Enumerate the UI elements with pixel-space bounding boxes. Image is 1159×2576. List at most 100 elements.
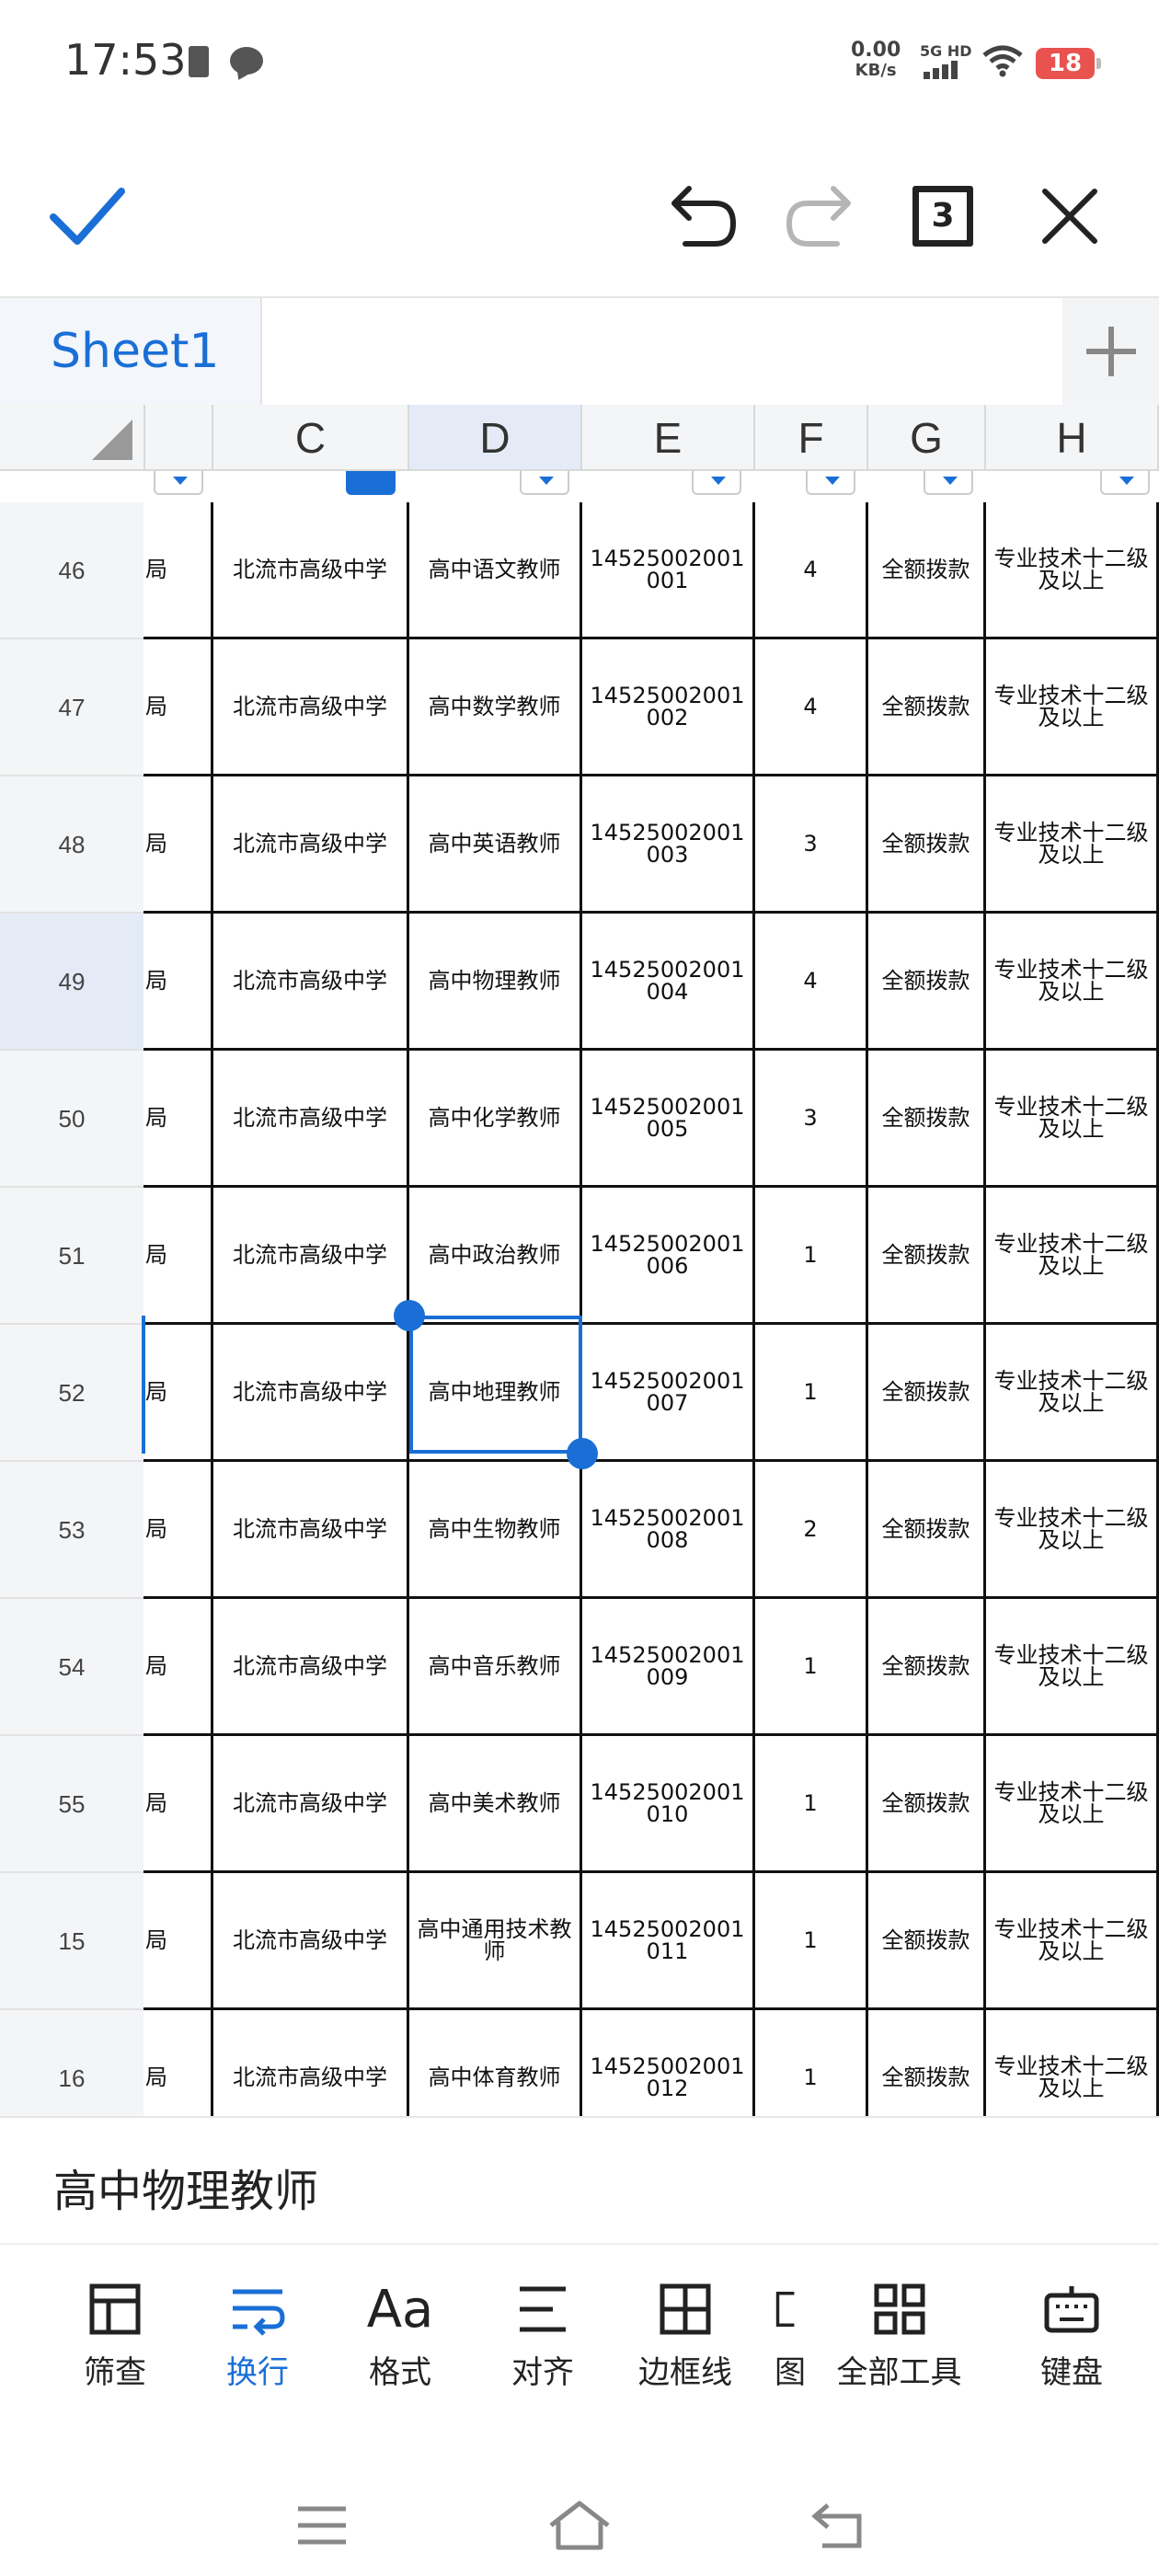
- cell-h[interactable]: 专业技术十二级及以上: [986, 2010, 1159, 2116]
- cell-h[interactable]: 专业技术十二级及以上: [986, 1736, 1159, 1873]
- cell-content-bar[interactable]: 高中物理教师: [0, 2116, 1159, 2245]
- filter-dropdown-d[interactable]: [520, 471, 569, 495]
- cell-d[interactable]: 高中音乐教师: [409, 1599, 582, 1736]
- cell-b[interactable]: 局: [143, 1051, 213, 1188]
- cell-d[interactable]: 高中数学教师: [409, 639, 582, 776]
- cell-h[interactable]: 专业技术十二级及以上: [986, 639, 1159, 776]
- undo-button[interactable]: [662, 175, 745, 258]
- cell-h[interactable]: 专业技术十二级及以上: [986, 1051, 1159, 1188]
- cell-h[interactable]: 专业技术十二级及以上: [986, 1188, 1159, 1325]
- row-header[interactable]: 55: [0, 1736, 143, 1873]
- cell-b[interactable]: 局: [143, 2010, 213, 2116]
- cell-f[interactable]: 1: [755, 2010, 868, 2116]
- row-header[interactable]: 54: [0, 1599, 143, 1736]
- keyboard-button[interactable]: 键盘: [998, 2277, 1145, 2397]
- cell-d[interactable]: 高中物理教师: [409, 914, 582, 1051]
- cell-e[interactable]: 14525002001005: [582, 1051, 755, 1188]
- cell-h[interactable]: 专业技术十二级及以上: [986, 1462, 1159, 1599]
- chart-tool-button[interactable]: 图: [763, 2277, 809, 2397]
- cell-b[interactable]: 局: [143, 1873, 213, 2010]
- cell-g[interactable]: 全额拨款: [868, 1325, 986, 1462]
- sheet-count-button[interactable]: 3: [901, 175, 984, 258]
- cell-h[interactable]: 专业技术十二级及以上: [986, 1599, 1159, 1736]
- nav-back-button[interactable]: [800, 2493, 874, 2558]
- cell-e[interactable]: 14525002001008: [582, 1462, 755, 1599]
- cell-h[interactable]: 专业技术十二级及以上: [986, 914, 1159, 1051]
- cell-b[interactable]: 局: [143, 776, 213, 914]
- cell-g[interactable]: 全额拨款: [868, 1599, 986, 1736]
- cell-e[interactable]: 14525002001006: [582, 1188, 755, 1325]
- cell-h[interactable]: 专业技术十二级及以上: [986, 1873, 1159, 2010]
- close-button[interactable]: [1028, 175, 1111, 258]
- redo-button[interactable]: [777, 175, 860, 258]
- cell-c[interactable]: 北流市高级中学: [213, 1325, 409, 1462]
- cell-f[interactable]: 1: [755, 1599, 868, 1736]
- cell-e[interactable]: 14525002001004: [582, 914, 755, 1051]
- column-header-f[interactable]: F: [755, 405, 868, 471]
- cell-f[interactable]: 1: [755, 1736, 868, 1873]
- cell-g[interactable]: 全额拨款: [868, 776, 986, 914]
- cell-d[interactable]: 高中生物教师: [409, 1462, 582, 1599]
- row-header[interactable]: 15: [0, 1873, 143, 2010]
- filter-dropdown-c[interactable]: [346, 471, 396, 495]
- filter-dropdown-h[interactable]: [1100, 471, 1150, 495]
- all-tools-button[interactable]: 全部工具: [823, 2277, 975, 2397]
- cell-b[interactable]: 局: [143, 1188, 213, 1325]
- cell-content-value[interactable]: 高中物理教师: [53, 2155, 318, 2219]
- border-tool-button[interactable]: 边框线: [612, 2277, 759, 2397]
- cell-f[interactable]: 3: [755, 776, 868, 914]
- cell-b[interactable]: 局: [143, 1736, 213, 1873]
- spreadsheet-grid[interactable]: C D E F G H 46 局北流市高级中学 高中语文教师 145250020010…: [0, 405, 1159, 2116]
- cell-e[interactable]: 14525002001001: [582, 502, 755, 639]
- confirm-button[interactable]: [46, 175, 129, 258]
- cell-d[interactable]: 高中通用技术教师: [409, 1873, 582, 2010]
- cell-g[interactable]: 全额拨款: [868, 502, 986, 639]
- cell-c[interactable]: 北流市高级中学: [213, 1736, 409, 1873]
- cell-g[interactable]: 全额拨款: [868, 914, 986, 1051]
- filter-dropdown-g[interactable]: [924, 471, 973, 495]
- align-tool-button[interactable]: 对齐: [469, 2277, 616, 2397]
- select-all-corner[interactable]: [0, 405, 145, 471]
- cell-g[interactable]: 全额拨款: [868, 1462, 986, 1599]
- cell-d[interactable]: 高中政治教师: [409, 1188, 582, 1325]
- cell-b[interactable]: 局: [143, 1599, 213, 1736]
- wrap-tool-button[interactable]: 换行: [184, 2277, 331, 2397]
- nav-home-button[interactable]: [543, 2493, 616, 2558]
- cell-g[interactable]: 全额拨款: [868, 2010, 986, 2116]
- cell-e[interactable]: 14525002001011: [582, 1873, 755, 2010]
- cell-f[interactable]: 1: [755, 1188, 868, 1325]
- selection-handle-bottom-right[interactable]: [567, 1438, 598, 1469]
- filter-dropdown-f[interactable]: [806, 471, 855, 495]
- cell-c[interactable]: 北流市高级中学: [213, 2010, 409, 2116]
- cell-g[interactable]: 全额拨款: [868, 1051, 986, 1188]
- cell-e[interactable]: 14525002001009: [582, 1599, 755, 1736]
- column-header-d[interactable]: D: [409, 405, 582, 471]
- cell-f[interactable]: 4: [755, 914, 868, 1051]
- cell-c[interactable]: 北流市高级中学: [213, 1462, 409, 1599]
- column-header-e[interactable]: E: [582, 405, 755, 471]
- cell-b[interactable]: 局: [143, 1325, 213, 1462]
- cell-e[interactable]: 14525002001007: [582, 1325, 755, 1462]
- cell-d[interactable]: 高中英语教师: [409, 776, 582, 914]
- cell-e[interactable]: 14525002001003: [582, 776, 755, 914]
- cell-f[interactable]: 4: [755, 502, 868, 639]
- cell-c[interactable]: 北流市高级中学: [213, 1599, 409, 1736]
- column-header-h[interactable]: H: [986, 405, 1159, 471]
- row-header[interactable]: 53: [0, 1462, 143, 1599]
- cell-d[interactable]: 高中化学教师: [409, 1051, 582, 1188]
- cell-h[interactable]: 专业技术十二级及以上: [986, 1325, 1159, 1462]
- filter-dropdown-b[interactable]: [154, 471, 203, 495]
- cell-e[interactable]: 14525002001010: [582, 1736, 755, 1873]
- column-header-g[interactable]: G: [868, 405, 986, 471]
- cell-g[interactable]: 全额拨款: [868, 639, 986, 776]
- cell-d[interactable]: 高中体育教师: [409, 2010, 582, 2116]
- cell-d[interactable]: 高中美术教师: [409, 1736, 582, 1873]
- cell-f[interactable]: 3: [755, 1051, 868, 1188]
- row-header[interactable]: 47: [0, 639, 143, 776]
- filter-tool-button[interactable]: 筛查: [41, 2277, 189, 2397]
- cell-c[interactable]: 北流市高级中学: [213, 914, 409, 1051]
- cell-g[interactable]: 全额拨款: [868, 1873, 986, 2010]
- row-header[interactable]: 49: [0, 914, 143, 1051]
- cell-h[interactable]: 专业技术十二级及以上: [986, 502, 1159, 639]
- cell-c[interactable]: 北流市高级中学: [213, 502, 409, 639]
